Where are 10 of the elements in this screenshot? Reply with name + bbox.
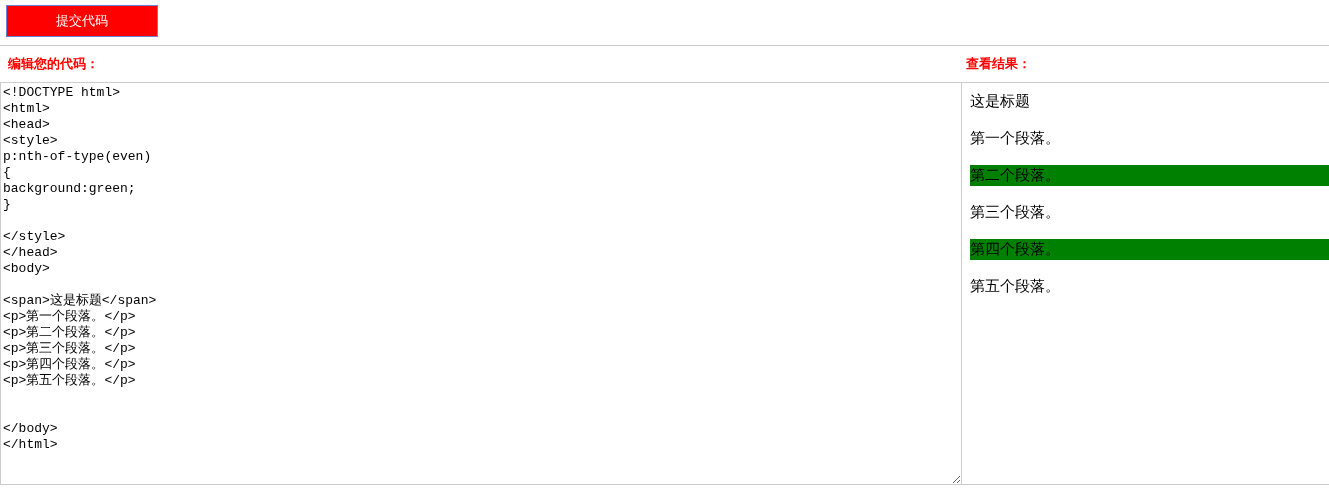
result-paragraph: 第五个段落。 — [970, 276, 1061, 297]
result-paragraph: 第四个段落。 — [970, 239, 1329, 260]
result-paragraph: 第二个段落。 — [970, 165, 1329, 186]
result-label: 查看结果： — [966, 55, 1031, 73]
submit-button[interactable]: 提交代码 — [6, 5, 158, 37]
result-paragraph: 第三个段落。 — [970, 202, 1061, 223]
result-heading: 这是标题 — [970, 91, 1031, 112]
editor-label: 编辑您的代码： — [8, 55, 100, 73]
code-editor[interactable]: <!DOCTYPE html> <html> <head> <style> p:nth-of-type(even) { background:green; } </style> </head> <body> <span>这是标题</span> <p>第一个段落。</p> <p>第二个段落。</p> <p>第三个段落。</p> <p>第四个段落。</p> <p>第五个段落。</p> </body> </html> — [0, 83, 962, 485]
result-paragraph: 第一个段落。 — [970, 128, 1061, 149]
